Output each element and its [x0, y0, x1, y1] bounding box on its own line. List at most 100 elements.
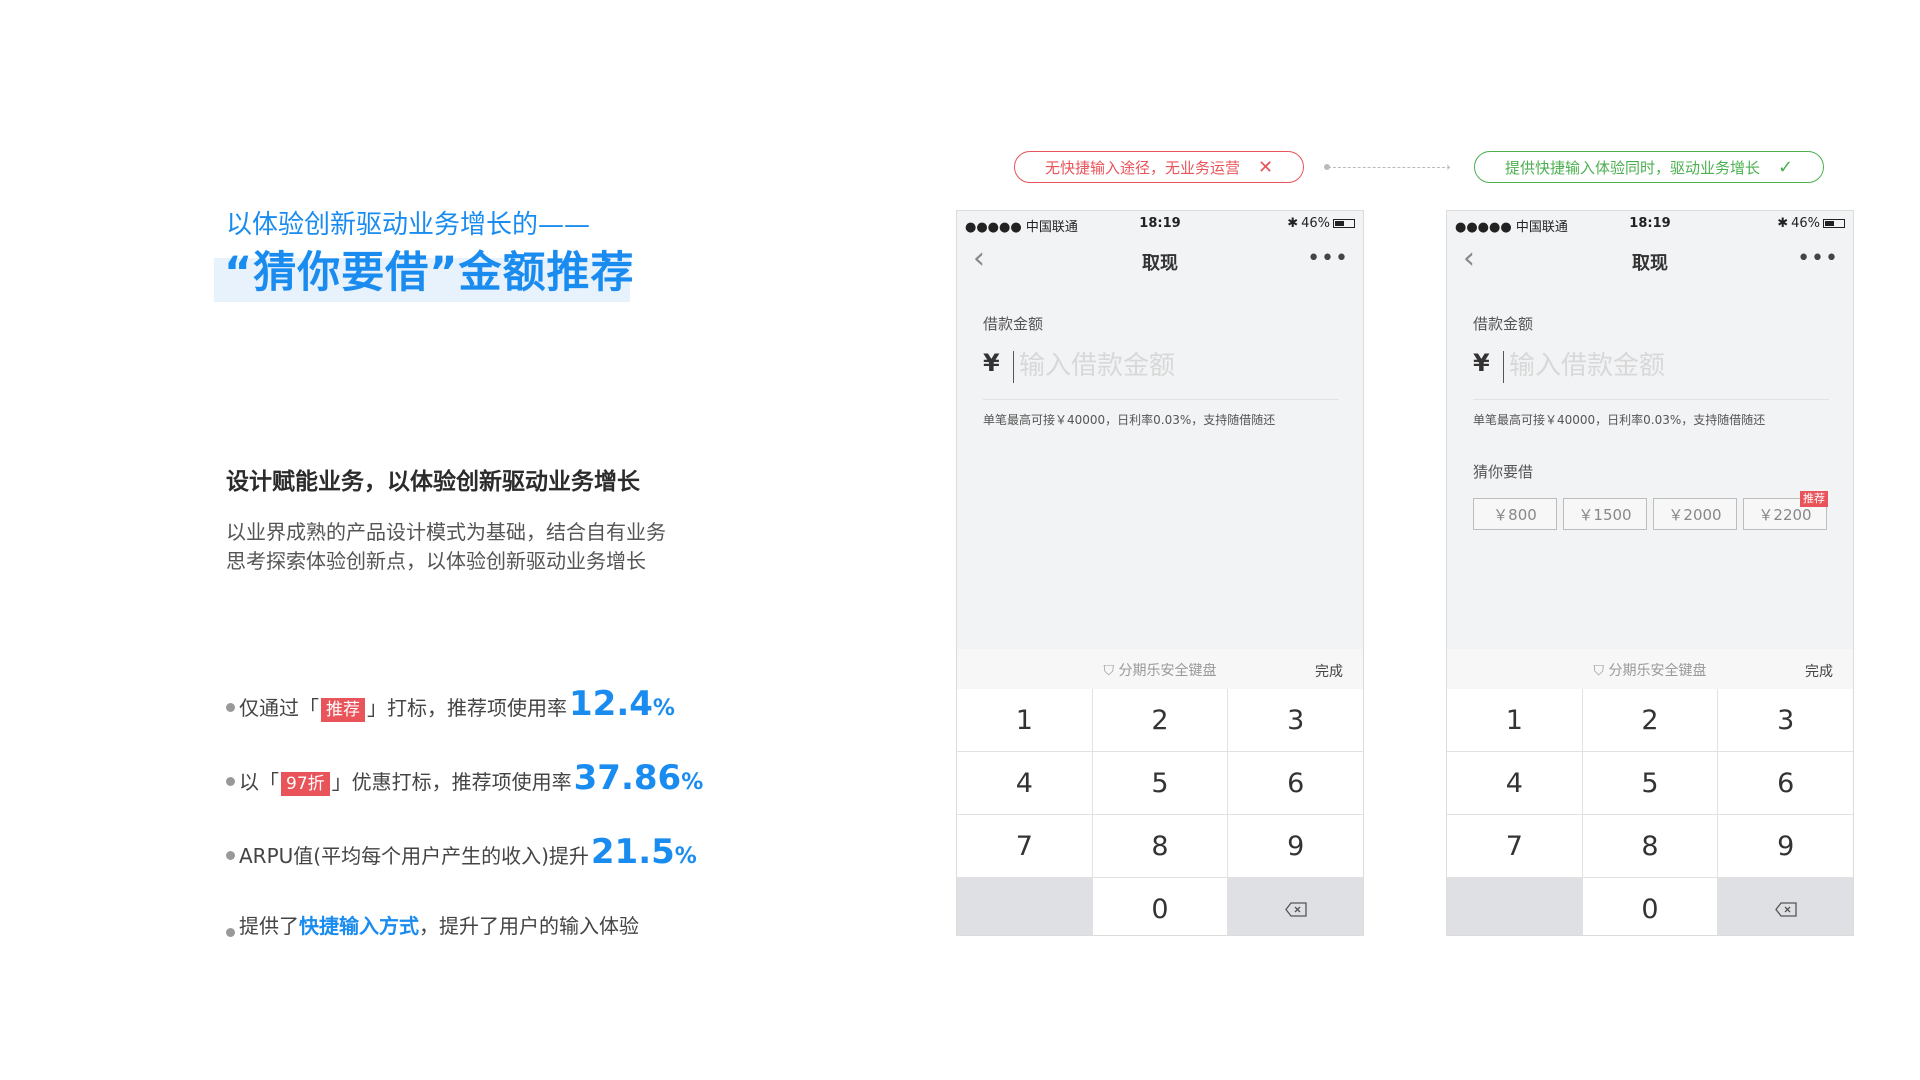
metric-unit: % [652, 696, 675, 721]
delete-key[interactable] [1228, 878, 1363, 935]
more-icon[interactable]: ••• [1797, 246, 1839, 271]
section-description: 以业界成熟的产品设计模式为基础，结合自有业务 思考探索体验创新点，以体验创新驱动… [226, 518, 666, 576]
keyboard-bar: ⛉ 分期乐安全键盘 完成 [1447, 649, 1853, 689]
metric-unit: % [674, 844, 697, 869]
metric-value: 37.86 [573, 758, 682, 798]
key-1[interactable]: 1 [1447, 689, 1582, 751]
limit-hint: 单笔最高可接￥40000，日利率0.03%，支持随借随还 [983, 413, 1276, 427]
bullet-dot [226, 703, 235, 712]
key-1[interactable]: 1 [957, 689, 1092, 751]
key-8[interactable]: 8 [1582, 815, 1718, 877]
key-3[interactable]: 3 [1718, 689, 1853, 751]
bullet-dot [226, 928, 235, 937]
key-4[interactable]: 4 [1447, 752, 1582, 814]
backspace-icon [1284, 901, 1307, 917]
secure-keyboard-label: ⛉ 分期乐安全键盘 [957, 660, 1363, 680]
no-shortcut-label: 无快捷输入途径，无业务运营 [1044, 158, 1240, 177]
amount-input[interactable] [1509, 349, 1809, 383]
metric-unit: % [681, 770, 704, 795]
battery-icon [1333, 219, 1355, 228]
more-icon[interactable]: ••• [1307, 246, 1349, 271]
amount-label: 借款金额 [1473, 315, 1534, 333]
key-2[interactable]: 2 [1582, 689, 1718, 751]
metric-bullet: 以「 97折 」优惠打标，推荐项使用率 37.86 % [226, 758, 703, 798]
secure-keyboard-label: ⛉ 分期乐安全键盘 [1447, 660, 1853, 680]
bullet-suffix: ，提升了用户的输入体验 [419, 914, 639, 938]
shield-icon: ⛉ [1593, 663, 1605, 679]
amount-chip-recommended[interactable]: ￥2200 推荐 [1743, 491, 1828, 530]
bullet-prefix: 提供了 [239, 914, 299, 938]
phone-after: ●●●●● 中国联通 18:19 ✱ 46% ‹ 取现 ••• 借款金额 ¥ 单… [1446, 210, 1854, 936]
phone-before: ●●●●● 中国联通 18:19 ✱ 46% ‹ 取现 ••• 借款金额 ¥ 单… [956, 210, 1364, 936]
nav-bar: ‹ 取现 ••• [957, 241, 1363, 281]
bullet-prefix: 以「 [239, 770, 279, 794]
key-6[interactable]: 6 [1228, 752, 1363, 814]
page-title: “猜你要借”金额推荐 [224, 248, 635, 298]
bullet-suffix: 」优惠打标，推荐项使用率 [331, 770, 572, 794]
numeric-keypad: 1 2 3 4 5 6 7 8 9 0 [957, 689, 1363, 935]
battery-icon [1823, 219, 1845, 228]
metric-value: 21.5 [590, 832, 675, 872]
bullet-prefix: 仅通过「 [239, 696, 319, 720]
bullet-dot [226, 851, 235, 860]
status-right: ✱ 46% [1287, 216, 1355, 231]
no-shortcut-pill: 无快捷输入途径，无业务运营 ✕ [1014, 151, 1304, 183]
text-cursor [1013, 351, 1014, 383]
key-5[interactable]: 5 [1582, 752, 1718, 814]
delete-key[interactable] [1718, 878, 1853, 935]
metric-bullet: 提供了 快捷输入方式 ，提升了用户的输入体验 [226, 910, 639, 939]
check-icon: ✓ [1777, 156, 1794, 178]
bullet-suffix: 」打标，推荐项使用率 [367, 696, 567, 720]
currency-symbol: ¥ [1473, 349, 1490, 377]
key-empty [1447, 878, 1582, 935]
status-bar: ●●●●● 中国联通 18:19 ✱ 46% [1447, 211, 1853, 235]
bullet-dot [226, 777, 235, 786]
guess-label: 猜你要借 [1473, 463, 1534, 481]
amount-chip[interactable]: ￥2000 [1653, 498, 1737, 530]
discount-tag: 97折 [281, 772, 330, 796]
bullet-highlight: 快捷输入方式 [299, 914, 419, 938]
currency-symbol: ¥ [983, 349, 1000, 377]
limit-hint: 单笔最高可接￥40000，日利率0.03%，支持随借随还 [1473, 413, 1766, 427]
status-bar: ●●●●● 中国联通 18:19 ✱ 46% [957, 211, 1363, 235]
amount-chip[interactable]: ￥1500 [1563, 498, 1647, 530]
input-divider [1473, 399, 1829, 400]
done-button[interactable]: 完成 [1805, 661, 1833, 681]
key-7[interactable]: 7 [957, 815, 1092, 877]
cross-icon: ✕ [1257, 156, 1274, 178]
key-0[interactable]: 0 [1582, 878, 1718, 935]
shield-icon: ⛉ [1103, 663, 1115, 679]
text-cursor [1503, 351, 1504, 383]
nav-title: 取现 [1142, 253, 1178, 274]
key-4[interactable]: 4 [957, 752, 1092, 814]
backspace-icon [1774, 901, 1797, 917]
key-5[interactable]: 5 [1092, 752, 1228, 814]
bluetooth-icon: ✱ [1777, 216, 1789, 231]
key-2[interactable]: 2 [1092, 689, 1228, 751]
section-title: 设计赋能业务，以体验创新驱动业务增长 [226, 469, 640, 495]
bluetooth-icon: ✱ [1287, 216, 1299, 231]
nav-title: 取现 [1632, 253, 1668, 274]
battery-percent: 46% [1301, 216, 1330, 231]
description-line: 思考探索体验创新点，以体验创新驱动业务增长 [226, 549, 646, 573]
keyboard-bar: ⛉ 分期乐安全键盘 完成 [957, 649, 1363, 689]
secure-keyboard-text: 分期乐安全键盘 [1608, 663, 1707, 679]
key-7[interactable]: 7 [1447, 815, 1582, 877]
metric-value: 12.4 [569, 684, 653, 724]
metric-bullet: 仅通过「 推荐 」打标，推荐项使用率 12.4 % [226, 684, 675, 724]
key-empty [957, 878, 1092, 935]
with-shortcut-pill: 提供快捷输入体验同时，驱动业务增长 ✓ [1474, 151, 1824, 183]
key-9[interactable]: 9 [1718, 815, 1853, 877]
key-0[interactable]: 0 [1092, 878, 1228, 935]
amount-input[interactable] [1019, 349, 1319, 383]
done-button[interactable]: 完成 [1315, 661, 1343, 681]
key-9[interactable]: 9 [1228, 815, 1363, 877]
key-8[interactable]: 8 [1092, 815, 1228, 877]
key-3[interactable]: 3 [1228, 689, 1363, 751]
arrow-line [1328, 167, 1450, 168]
numeric-keypad: 1 2 3 4 5 6 7 8 9 0 [1447, 689, 1853, 935]
secure-keyboard-text: 分期乐安全键盘 [1118, 663, 1217, 679]
key-6[interactable]: 6 [1718, 752, 1853, 814]
nav-bar: ‹ 取现 ••• [1447, 241, 1853, 281]
amount-chip[interactable]: ￥800 [1473, 498, 1557, 530]
